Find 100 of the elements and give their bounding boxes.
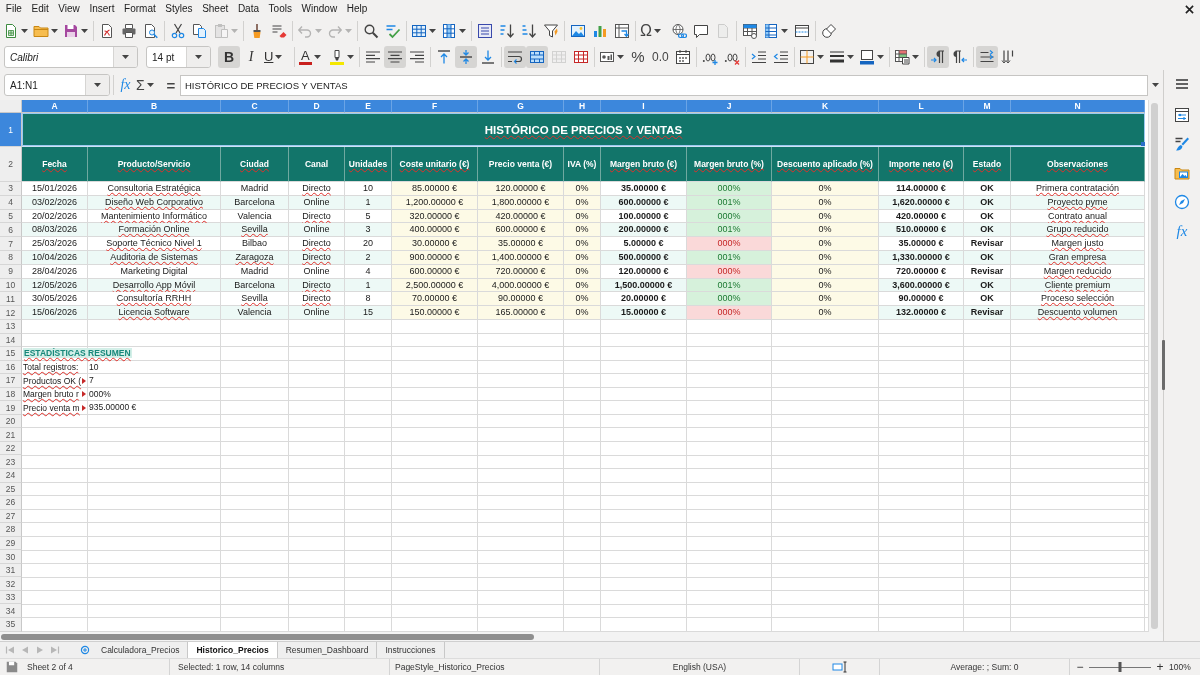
page-style[interactable]: PageStyle_Historico_Precios <box>395 662 505 672</box>
row-header[interactable]: 28 <box>0 523 22 537</box>
money-format-icon <box>599 49 615 65</box>
caret-down-icon <box>781 29 788 33</box>
column-header[interactable]: I <box>601 100 687 113</box>
menu-item[interactable]: Edit <box>26 1 54 17</box>
zoom-in-button[interactable]: + <box>1153 660 1167 674</box>
merge-center-button[interactable] <box>526 46 548 68</box>
column-header[interactable]: G <box>478 100 564 113</box>
column-header[interactable]: D <box>289 100 345 113</box>
text-horizontal-button[interactable] <box>975 46 998 68</box>
row-header[interactable]: 11 <box>0 292 22 307</box>
column-header[interactable]: E <box>345 100 392 113</box>
row-header[interactable]: 7 <box>0 237 22 251</box>
shapes-icon <box>821 23 837 39</box>
column-header[interactable]: B <box>88 100 221 113</box>
sheet-tab[interactable]: Historico_Precios <box>188 642 278 658</box>
special-character-button[interactable]: Ω <box>638 20 668 42</box>
sidebar-handle[interactable] <box>1162 340 1165 390</box>
undo-icon <box>297 23 313 39</box>
menu-item[interactable]: View <box>53 1 85 17</box>
column-header[interactable]: J <box>687 100 772 113</box>
row-header[interactable]: 2 <box>0 147 22 182</box>
name-box-field[interactable]: A1:N1 <box>4 74 110 96</box>
percent-button[interactable]: % <box>627 46 649 68</box>
column-heading: Precio venta (€) <box>478 147 564 182</box>
vertical-scrollbar[interactable] <box>1148 100 1160 632</box>
align-bottom-icon <box>480 49 496 65</box>
row-header[interactable]: 17 <box>0 374 22 388</box>
row-header[interactable]: 34 <box>0 604 22 618</box>
menu-item[interactable]: Styles <box>160 1 198 17</box>
row-header[interactable]: 35 <box>0 618 22 632</box>
column-header[interactable]: H <box>564 100 601 113</box>
menu-item[interactable]: Tools <box>263 1 297 17</box>
sheet-title: HISTÓRICO DE PRECIOS Y VENTAS <box>484 123 683 136</box>
table-columns-icon <box>763 23 779 39</box>
row-header[interactable]: 1 <box>0 113 22 147</box>
column-header[interactable]: K <box>772 100 879 113</box>
table-cell: 15/06/2026 <box>22 306 88 320</box>
add-sheet-icon[interactable] <box>80 645 90 655</box>
font-name-field[interactable]: Calibri <box>4 46 138 68</box>
italic-button[interactable]: I <box>240 46 262 68</box>
close-icon[interactable] <box>1185 4 1194 14</box>
dropdown-button[interactable] <box>85 75 109 95</box>
dropdown-button[interactable] <box>113 47 137 67</box>
row-header[interactable]: 15 <box>0 347 22 361</box>
column-header[interactable]: M <box>964 100 1011 113</box>
menu-item[interactable]: Help <box>341 1 373 17</box>
menu-item[interactable]: File <box>1 1 27 17</box>
row-header[interactable]: 21 <box>0 428 22 442</box>
row-header[interactable]: 19 <box>0 401 22 415</box>
row-header[interactable]: 30 <box>0 550 22 564</box>
table-cell: 0% <box>564 223 601 238</box>
row-header[interactable]: 3 <box>0 182 22 196</box>
sheet-tab[interactable]: Resumen_Dashboard <box>277 642 378 658</box>
zoom-slider-thumb[interactable] <box>1118 662 1122 672</box>
align-center-button[interactable] <box>384 46 406 68</box>
bold-button[interactable]: B <box>218 46 240 68</box>
sum-button[interactable]: Σ <box>134 74 164 96</box>
row-header[interactable]: 23 <box>0 455 22 469</box>
table-cell: Directo <box>289 182 345 196</box>
font-size-field[interactable]: 14 pt <box>146 46 211 68</box>
row-header[interactable]: 32 <box>0 577 22 591</box>
table-cell: Licencia Software <box>88 306 221 320</box>
center-vertically-button[interactable] <box>455 46 477 68</box>
number-button[interactable]: 0.0 <box>649 46 672 68</box>
formula-input-field[interactable]: HISTÓRICO DE PRECIOS Y VENTAS <box>180 74 1148 96</box>
left-to-right-button[interactable] <box>926 46 949 68</box>
formula-button[interactable]: = <box>164 74 178 96</box>
row-header[interactable]: 26 <box>0 496 22 510</box>
underline-button[interactable]: U <box>262 46 292 68</box>
column-header[interactable]: C <box>221 100 289 113</box>
column-header[interactable]: A <box>22 100 88 113</box>
zoom-percent[interactable]: 100% <box>1169 662 1191 672</box>
caret-down-icon <box>846 55 854 59</box>
row-header[interactable]: 6 <box>0 223 22 238</box>
menu-item[interactable]: Sheet <box>197 1 234 17</box>
wrap-text-button[interactable] <box>504 46 526 68</box>
column-header[interactable]: F <box>392 100 478 113</box>
column-header[interactable]: N <box>1011 100 1145 113</box>
table-cell: 90.00000 € <box>478 292 564 307</box>
column-heading: Margen bruto (€) <box>601 147 687 182</box>
caret-down-icon <box>816 55 824 59</box>
column-header[interactable]: L <box>879 100 964 113</box>
menu-item[interactable]: Window <box>296 1 342 17</box>
font-color-button[interactable]: A <box>297 46 327 68</box>
menu-item[interactable]: Insert <box>84 1 120 17</box>
menu-item[interactable]: Format <box>119 1 161 17</box>
search-icon <box>363 23 379 39</box>
language-status[interactable]: English (USA) <box>672 662 727 672</box>
menu-item[interactable]: Data <box>233 1 264 17</box>
fill-handle[interactable] <box>1141 142 1145 146</box>
table-cell: 510.00000 € <box>879 223 964 238</box>
table-cell: 10 <box>345 182 392 196</box>
zoom-out-button[interactable]: − <box>1073 660 1087 674</box>
dropdown-button[interactable] <box>186 47 210 67</box>
sheet-tab[interactable]: Instrucciones <box>377 642 445 658</box>
selection-mode-icon[interactable] <box>831 659 848 675</box>
wrap-text-icon <box>507 49 523 65</box>
row-header[interactable]: 12 <box>0 306 22 320</box>
